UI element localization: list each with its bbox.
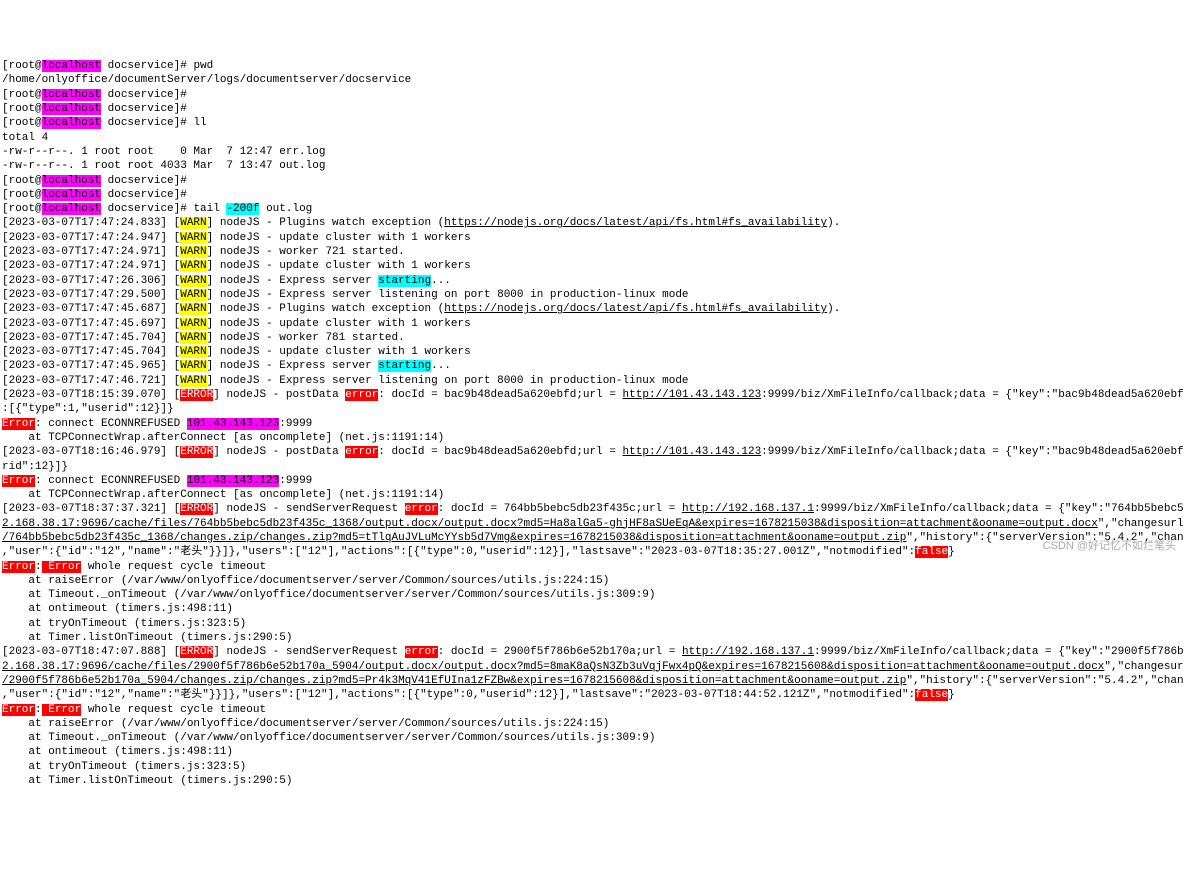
- log-line: -rw-r--r--. 1 root root 4033 Mar 7 13:47…: [2, 159, 1182, 173]
- log-line: -rw-r--r--. 1 root root 0 Mar 7 12:47 er…: [2, 145, 1182, 159]
- log-line: ,"user":{"id":"12","name":"老头"}}]},"user…: [2, 545, 1182, 559]
- log-line: /2900f5f786b6e52b170a_5904/changes.zip/c…: [2, 674, 1182, 688]
- log-line: rid":12}]}: [2, 460, 1182, 474]
- log-line: at Timeout._onTimeout (/var/www/onlyoffi…: [2, 731, 1182, 745]
- log-line: [root@localhost docservice]#: [2, 188, 1182, 202]
- log-line: [2023-03-07T18:16:46.979] [ERROR] nodeJS…: [2, 445, 1182, 459]
- log-line: [2023-03-07T18:15:39.070] [ERROR] nodeJS…: [2, 388, 1182, 402]
- log-line: [root@localhost docservice]#: [2, 102, 1182, 116]
- log-line: [2023-03-07T17:47:45.687] [WARN] nodeJS …: [2, 302, 1182, 316]
- log-line: [2023-03-07T18:37:37.321] [ERROR] nodeJS…: [2, 502, 1182, 516]
- log-line: at ontimeout (timers.js:498:11): [2, 602, 1182, 616]
- log-line: 2.168.38.17:9696/cache/files/2900f5f786b…: [2, 660, 1182, 674]
- log-line: at raiseError (/var/www/onlyoffice/docum…: [2, 717, 1182, 731]
- log-line: Error: Error whole request cycle timeout: [2, 560, 1182, 574]
- log-line: 2.168.38.17:9696/cache/files/764bb5bebc5…: [2, 517, 1182, 531]
- log-line: Error: Error whole request cycle timeout: [2, 703, 1182, 717]
- log-line: [2023-03-07T17:47:45.965] [WARN] nodeJS …: [2, 359, 1182, 373]
- log-line: [root@localhost docservice]# pwd: [2, 59, 1182, 73]
- log-line: [2023-03-07T17:47:45.704] [WARN] nodeJS …: [2, 331, 1182, 345]
- log-line: [root@localhost docservice]# tail -200f …: [2, 202, 1182, 216]
- log-line: at raiseError (/var/www/onlyoffice/docum…: [2, 574, 1182, 588]
- log-line: [2023-03-07T17:47:45.697] [WARN] nodeJS …: [2, 317, 1182, 331]
- log-line: [2023-03-07T17:47:45.704] [WARN] nodeJS …: [2, 345, 1182, 359]
- log-line: [2023-03-07T17:47:29.500] [WARN] nodeJS …: [2, 288, 1182, 302]
- log-line: ,"user":{"id":"12","name":"老头"}}]},"user…: [2, 688, 1182, 702]
- log-line: Error: connect ECONNREFUSED 101.43.143.1…: [2, 417, 1182, 431]
- log-line: :[{"type":1,"userid":12}]}: [2, 402, 1182, 416]
- log-line: at TCPConnectWrap.afterConnect [as oncom…: [2, 488, 1182, 502]
- log-line: [2023-03-07T17:47:24.833] [WARN] nodeJS …: [2, 216, 1182, 230]
- log-line: /764bb5bebc5db23f435c_1368/changes.zip/c…: [2, 531, 1182, 545]
- log-line: [2023-03-07T18:47:07.888] [ERROR] nodeJS…: [2, 645, 1182, 659]
- log-line: /home/onlyoffice/documentServer/logs/doc…: [2, 73, 1182, 87]
- log-line: [root@localhost docservice]#: [2, 174, 1182, 188]
- log-line: at Timer.listOnTimeout (timers.js:290:5): [2, 631, 1182, 645]
- log-line: [2023-03-07T17:47:46.721] [WARN] nodeJS …: [2, 374, 1182, 388]
- log-line: at ontimeout (timers.js:498:11): [2, 745, 1182, 759]
- log-line: at Timer.listOnTimeout (timers.js:290:5): [2, 774, 1182, 788]
- log-line: at Timeout._onTimeout (/var/www/onlyoffi…: [2, 588, 1182, 602]
- log-line: [2023-03-07T17:47:24.947] [WARN] nodeJS …: [2, 231, 1182, 245]
- log-line: [root@localhost docservice]# ll: [2, 116, 1182, 130]
- log-line: [2023-03-07T17:47:26.306] [WARN] nodeJS …: [2, 274, 1182, 288]
- terminal-output: [root@localhost docservice]# pwd/home/on…: [2, 59, 1182, 788]
- log-line: [2023-03-07T17:47:24.971] [WARN] nodeJS …: [2, 245, 1182, 259]
- log-line: [2023-03-07T17:47:24.971] [WARN] nodeJS …: [2, 259, 1182, 273]
- log-line: total 4: [2, 131, 1182, 145]
- log-line: [root@localhost docservice]#: [2, 88, 1182, 102]
- log-line: at TCPConnectWrap.afterConnect [as oncom…: [2, 431, 1182, 445]
- log-line: at tryOnTimeout (timers.js:323:5): [2, 617, 1182, 631]
- watermark: CSDN @好记忆不如烂笔头: [1043, 539, 1176, 553]
- log-line: at tryOnTimeout (timers.js:323:5): [2, 760, 1182, 774]
- log-line: Error: connect ECONNREFUSED 101.43.143.1…: [2, 474, 1182, 488]
